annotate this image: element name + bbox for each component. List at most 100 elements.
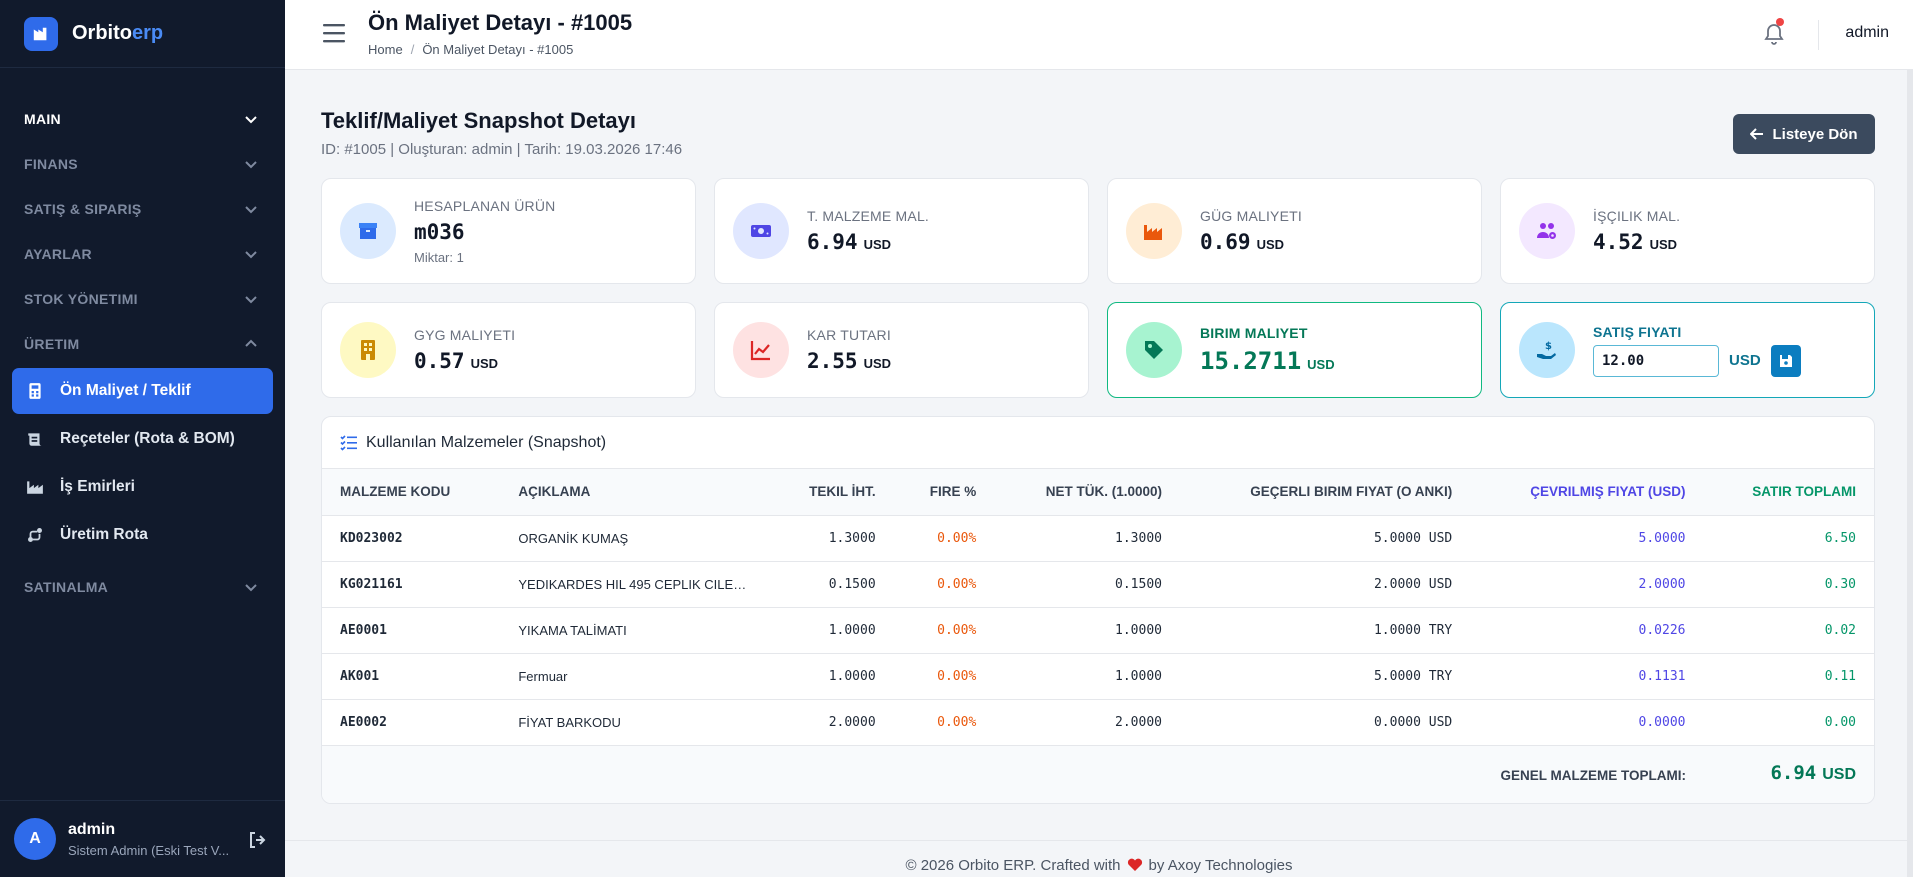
table-row: AE0002 FİYAT BARKODU 2.0000 0.00% 2.0000… [322, 699, 1874, 746]
scrollbar[interactable] [1907, 70, 1913, 877]
sidebar-section-uretim[interactable]: ÜRETIM [0, 321, 285, 366]
cell-unit-price: 0.0000 USD [1180, 699, 1471, 746]
breadcrumb-home[interactable]: Home [368, 42, 403, 57]
card-sale-price: $ SATIŞ FIYATI USD [1500, 302, 1875, 398]
panel-title: Kullanılan Malzemeler (Snapshot) [366, 433, 607, 451]
card-label: HESAPLANAN ÜRÜN [414, 197, 556, 214]
sidebar-item-receteler[interactable]: Reçeteler (Rota & BOM) [12, 416, 273, 462]
table-row: KD023002 ORGANİK KUMAŞ 1.3000 0.00% 1.30… [322, 515, 1874, 562]
sale-price-unit: USD [1729, 352, 1761, 369]
hand-dollar-icon: $ [1519, 322, 1575, 378]
top-user-name[interactable]: admin [1845, 24, 1889, 42]
cell-description: YIKAMA TALİMATI [500, 607, 769, 654]
cell-qty: 2.0000 [768, 699, 894, 746]
money-bill-icon [733, 203, 789, 259]
col-header[interactable]: NET TÜK. (1.0000) [994, 469, 1180, 516]
topbar: Ön Maliyet Detayı - #1005 Home / Ön Maliye… [285, 0, 1913, 70]
divider [1818, 20, 1819, 50]
card-profit: KAR TUTARI 2.55 USD [714, 302, 1089, 398]
sidebar-section-main[interactable]: MAIN [0, 96, 285, 141]
card-label: KAR TUTARI [807, 327, 891, 343]
chevron-down-icon [245, 115, 257, 123]
sidebar-section-satis[interactable]: SATIŞ & SIPARIŞ [0, 186, 285, 231]
page-footer: © 2026 Orbito ERP. Crafted with by Axoy T… [285, 840, 1913, 877]
card-labor-cost: İŞÇILIK MAL. 4.52 USD [1500, 178, 1875, 284]
card-value: m036 [414, 219, 465, 244]
table-header-row: MALZEME KODU AÇIKLAMA TEKIL İHT. FIRE % … [322, 469, 1874, 516]
cell-code: AE0002 [322, 699, 501, 746]
cell-description: Fermuar [500, 653, 769, 700]
col-header[interactable]: TEKIL İHT. [768, 469, 894, 516]
chart-line-icon [733, 322, 789, 378]
col-header[interactable]: ÇEVRILMIŞ FIYAT (USD) [1470, 469, 1704, 516]
sidebar-section-ayarlar[interactable]: AYARLAR [0, 231, 285, 276]
sidebar: Orbitoerp MAIN FINANS SATIŞ & SIPARIŞ AY… [0, 0, 285, 877]
list-check-icon [340, 434, 357, 451]
cell-qty: 1.0000 [768, 607, 894, 654]
cell-fire: 0.00% [893, 561, 995, 608]
table-footer: GENEL MALZEME TOPLAMI: 6.94 USD [322, 745, 1874, 803]
factory-icon [27, 481, 43, 494]
total-label: GENEL MALZEME TOPLAMI: [1500, 767, 1687, 783]
logout-icon[interactable] [247, 830, 267, 850]
card-overhead-cost: GYG MALIYETI 0.57 USD [321, 302, 696, 398]
sale-price-row: USD [1593, 344, 1801, 377]
sale-price-input[interactable] [1593, 344, 1719, 377]
table-row: KG021161 YEDIKARDES HIL 495 CEPLIK CILEK… [322, 561, 1874, 608]
sidebar-section-stok[interactable]: STOK YÖNETIMI [0, 276, 285, 321]
cell-converted: 5.0000 [1470, 515, 1704, 562]
cell-net: 1.0000 [994, 653, 1180, 700]
chevron-down-icon [245, 160, 257, 168]
cell-converted: 2.0000 [1470, 561, 1704, 608]
cell-net: 0.1500 [994, 561, 1180, 608]
card-energy-cost: GÜG MALIYETI 0.69 USD [1107, 178, 1482, 284]
arrow-left-icon [1750, 128, 1764, 140]
cell-fire: 0.00% [893, 699, 995, 746]
svg-text:$: $ [1545, 341, 1552, 352]
cell-total: 0.02 [1703, 607, 1874, 654]
col-header[interactable]: GEÇERLI BIRIM FIYAT (O ANKI) [1180, 469, 1471, 516]
cell-code: KD023002 [322, 515, 501, 562]
brand[interactable]: Orbitoerp [0, 0, 285, 68]
card-label: BIRIM MALIYET [1200, 325, 1308, 341]
card-label: İŞÇILIK MAL. [1593, 208, 1681, 224]
sidebar-section-finans[interactable]: FINANS [0, 141, 285, 186]
sidebar-item-on-maliyet[interactable]: Ön Maliyet / Teklif [12, 368, 273, 414]
col-header[interactable]: FIRE % [893, 469, 995, 516]
cell-net: 1.0000 [994, 607, 1180, 654]
section-title: Teklif/Maliyet Snapshot Detayı [321, 108, 637, 133]
total-value: 6.94 USD [1770, 761, 1856, 784]
chevron-down-icon [245, 205, 257, 213]
route-icon [28, 528, 42, 542]
cell-net: 1.3000 [994, 515, 1180, 562]
sidebar-item-uretim-rota[interactable]: Üretim Rota [12, 512, 273, 558]
cell-converted: 0.0226 [1470, 607, 1704, 654]
back-to-list-button[interactable]: Listeye Dön [1733, 114, 1875, 154]
sidebar-section-satinalma[interactable]: SATINALMA [0, 564, 285, 609]
cell-qty: 1.3000 [768, 515, 894, 562]
factory-logo-icon [24, 16, 58, 51]
cell-unit-price: 5.0000 USD [1180, 515, 1471, 562]
cell-total: 6.50 [1703, 515, 1874, 562]
cell-description: FİYAT BARKODU [500, 699, 769, 746]
cell-total: 0.00 [1703, 699, 1874, 746]
save-price-button[interactable] [1770, 344, 1801, 377]
col-header[interactable]: SATIR TOPLAMI [1703, 469, 1874, 516]
breadcrumb: Home / Ön Maliyet Detayı - #1005 [368, 42, 574, 57]
floppy-disk-icon [1779, 354, 1792, 367]
brand-name: Orbitoerp [72, 22, 164, 44]
col-header[interactable]: AÇIKLAMA [500, 469, 769, 516]
cell-fire: 0.00% [893, 653, 995, 700]
main-content: Teklif/Maliyet Snapshot Detayı ID: #1005… [285, 70, 1913, 877]
hamburger-menu-icon[interactable] [323, 22, 347, 44]
avatar: A [14, 818, 56, 860]
materials-table: MALZEME KODU AÇIKLAMA TEKIL İHT. FIRE % … [322, 469, 1874, 746]
scroll-icon [28, 433, 42, 446]
card-label: T. MALZEME MAL. [807, 208, 930, 224]
cell-description: ORGANİK KUMAŞ [500, 515, 769, 562]
table-row: AE0001 YIKAMA TALİMATI 1.0000 0.00% 1.00… [322, 607, 1874, 654]
materials-panel: Kullanılan Malzemeler (Snapshot) MALZEME… [321, 416, 1875, 804]
col-header[interactable]: MALZEME KODU [322, 469, 501, 516]
chevron-down-icon [245, 295, 257, 303]
sidebar-item-is-emirleri[interactable]: İş Emirleri [12, 464, 273, 510]
